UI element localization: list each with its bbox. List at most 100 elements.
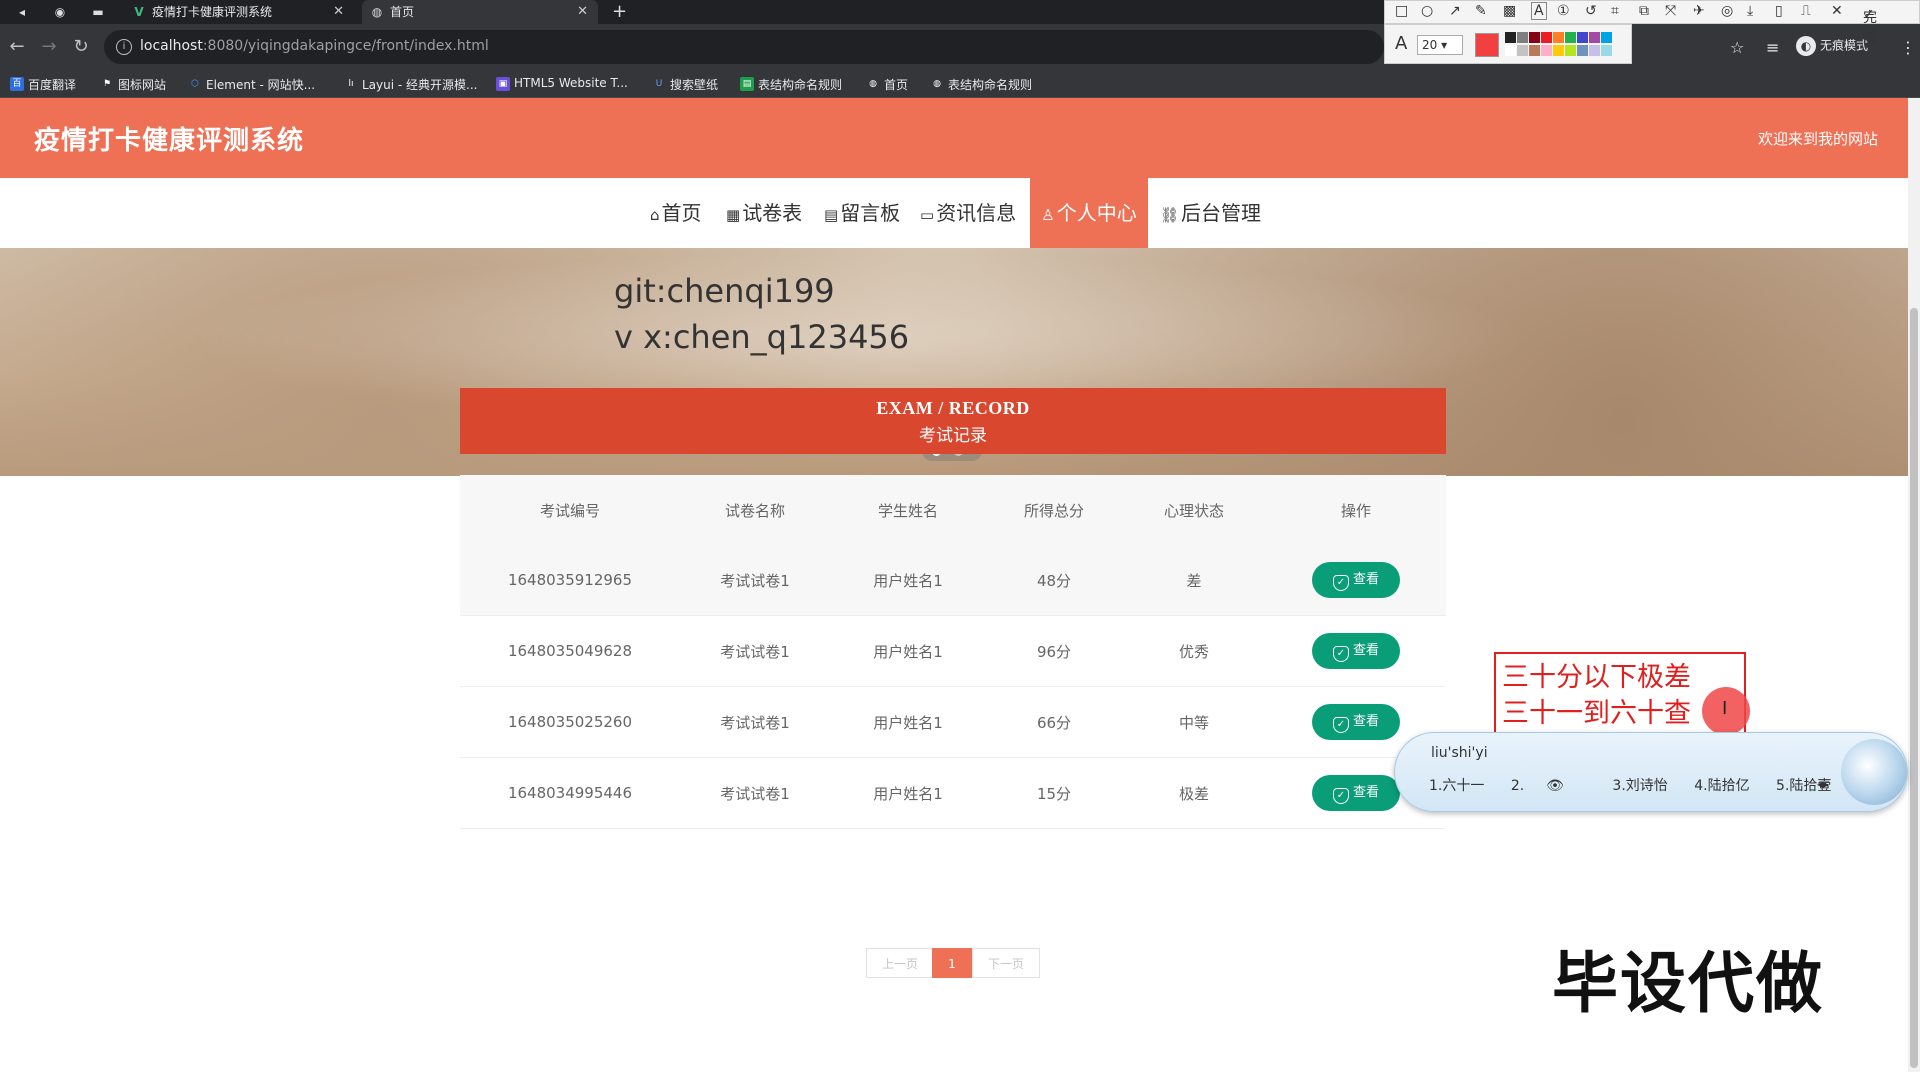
nav-news[interactable]: ▭ 资讯信息	[910, 178, 1026, 248]
font-size-select[interactable]: 20 ▾	[1417, 35, 1463, 55]
color-swatch[interactable]	[1601, 32, 1612, 43]
nav-personal-center[interactable]: ♙ 个人中心	[1030, 178, 1148, 248]
number-tool-icon[interactable]: ①	[1557, 3, 1570, 19]
bookmark-label: 图标网站	[118, 78, 167, 92]
profile-button[interactable]: ◐ 无痕模式	[1796, 36, 1868, 56]
close-tab-icon[interactable]: ✕	[577, 0, 588, 24]
color-swatch[interactable]	[1565, 45, 1576, 56]
prev-page-button[interactable]: 上一页	[866, 948, 934, 978]
forward-icon[interactable]: →	[38, 36, 60, 58]
window-icon[interactable]: ▬	[90, 4, 106, 20]
section-header: EXAM / RECORD 考试记录	[460, 388, 1446, 454]
globe-icon: ◍	[371, 5, 383, 19]
cell-state: 优秀	[1178, 642, 1209, 661]
bookmark-item[interactable]: ◍ 首页	[866, 76, 908, 93]
back-icon[interactable]: ←	[6, 36, 28, 58]
current-color-swatch[interactable]	[1475, 33, 1499, 57]
next-page-button[interactable]: 下一页	[972, 948, 1040, 978]
view-button[interactable]: ✓ 查看	[1312, 562, 1400, 598]
download-icon[interactable]: ⤓	[1747, 3, 1753, 19]
bookmark-item[interactable]: ▤ 表结构命名规则	[740, 76, 842, 93]
bookmark-item[interactable]: ◍ 表结构命名规则	[930, 76, 1032, 93]
bookmark-item[interactable]: lı Layui - 经典开源模...	[344, 76, 477, 93]
bookmark-label: 首页	[884, 78, 909, 92]
flag-icon: ⚑	[102, 79, 112, 89]
scroll-capture-icon[interactable]: ⤧	[1665, 3, 1676, 19]
ime-candidate[interactable]: 2. 👁	[1511, 778, 1586, 794]
bookmark-item[interactable]: ⚑ 图标网站	[100, 76, 166, 93]
browser-tab-1[interactable]: V 疫情打卡健康评测系统 ✕	[124, 0, 354, 24]
arrow-tool-icon[interactable]: ↗	[1449, 3, 1461, 19]
nav-home[interactable]: ⌂ 首页	[640, 178, 712, 248]
color-swatch[interactable]	[1577, 32, 1588, 43]
color-swatch[interactable]	[1541, 32, 1552, 43]
reload-icon[interactable]: ↻	[70, 36, 92, 58]
bookmark-item[interactable]: ⬡ Element - 网站快...	[188, 76, 315, 93]
color-swatch[interactable]	[1541, 45, 1552, 56]
bookmark-icon[interactable]: ⎍	[1801, 3, 1811, 19]
view-button[interactable]: ✓ 查看	[1312, 633, 1400, 669]
close-icon[interactable]: ✕	[1831, 3, 1843, 19]
cell-id: 1648035912965	[507, 571, 633, 589]
bookmark-label: 表结构命名规则	[948, 78, 1033, 92]
record-icon[interactable]: ◎	[1721, 3, 1733, 19]
reading-list-icon[interactable]: ≡	[1766, 38, 1779, 57]
url-bar[interactable]: i localhost:8080/yiqingdakapingce/front/…	[104, 30, 1384, 64]
ime-candidate[interactable]: 4.陆拾亿	[1694, 778, 1749, 794]
nav-message-board[interactable]: ▤ 留言板	[814, 178, 910, 248]
ellipse-tool-icon[interactable]: ○	[1421, 3, 1433, 19]
color-swatch[interactable]	[1577, 45, 1588, 56]
color-swatch[interactable]	[1505, 45, 1516, 56]
color-swatch[interactable]	[1589, 32, 1600, 43]
col-header: 所得总分	[1023, 501, 1084, 520]
new-tab-button[interactable]: +	[612, 0, 627, 24]
color-swatch[interactable]	[1553, 45, 1564, 56]
color-swatch[interactable]	[1601, 45, 1612, 56]
nav-label: 资讯信息	[936, 201, 1017, 225]
site-info-icon[interactable]: i	[116, 39, 132, 55]
page-1-button[interactable]: 1	[932, 948, 972, 978]
color-swatch[interactable]	[1529, 32, 1540, 43]
copy-icon[interactable]: ▯	[1775, 3, 1783, 19]
view-button[interactable]: ✓ 查看	[1312, 775, 1400, 811]
close-tab-icon[interactable]: ✕	[333, 0, 344, 24]
color-swatch[interactable]	[1553, 32, 1564, 43]
rectangle-tool-icon[interactable]: □	[1395, 3, 1408, 19]
color-swatch[interactable]	[1589, 45, 1600, 56]
color-swatch[interactable]	[1529, 45, 1540, 56]
scrollbar-thumb[interactable]	[1910, 308, 1918, 1068]
menu-icon[interactable]: ⋮	[1900, 38, 1916, 57]
ocr-icon[interactable]: ⌗	[1611, 3, 1619, 19]
globe-icon[interactable]: ◉	[52, 4, 68, 20]
banner-line-1: git:chenqi199	[614, 272, 835, 310]
color-swatch[interactable]	[1505, 32, 1516, 43]
globe-icon: ◍	[933, 79, 941, 89]
ime-page-arrows-icon[interactable]: ◂▸	[1817, 777, 1829, 791]
bookmark-item[interactable]: U 搜索壁纸	[652, 76, 718, 93]
bookmark-item[interactable]: ▣ HTML5 Website T...	[496, 76, 628, 91]
color-swatch[interactable]	[1517, 45, 1528, 56]
ime-candidate[interactable]: 3.刘诗怡	[1612, 778, 1667, 794]
translate-tool-icon[interactable]: ⧉	[1639, 3, 1649, 19]
url-host: localhost	[140, 38, 203, 54]
bookmark-item[interactable]: 百百度翻译	[10, 76, 76, 93]
pen-tool-icon[interactable]: ✎	[1475, 3, 1487, 19]
page-scrollbar[interactable]	[1908, 98, 1920, 1072]
pin-icon[interactable]: ✈	[1693, 3, 1705, 19]
ime-candidate[interactable]: 1.六十一	[1429, 778, 1484, 794]
nav-admin[interactable]: ⛓ 后台管理	[1150, 178, 1271, 248]
star-icon[interactable]: ☆	[1730, 38, 1744, 57]
browser-tab-2[interactable]: ◍ 首页 ✕	[362, 0, 598, 24]
color-swatch[interactable]	[1565, 32, 1576, 43]
view-button-label: 查看	[1352, 643, 1379, 658]
nav-exam-papers[interactable]: ▦ 试卷表	[716, 178, 812, 248]
url-text[interactable]: localhost:8080/yiqingdakapingce/front/in…	[140, 38, 489, 54]
speaker-icon[interactable]: ◂	[14, 4, 30, 20]
undo-icon[interactable]: ↺	[1585, 3, 1597, 19]
bookmark-label: HTML5 Website T...	[514, 76, 628, 90]
color-swatch[interactable]	[1517, 32, 1528, 43]
mosaic-tool-icon[interactable]: ▩	[1503, 3, 1516, 19]
text-tool-icon[interactable]: A	[1531, 2, 1547, 20]
view-button[interactable]: ✓ 查看	[1312, 704, 1400, 740]
shield-check-icon: ✓	[1332, 717, 1349, 733]
